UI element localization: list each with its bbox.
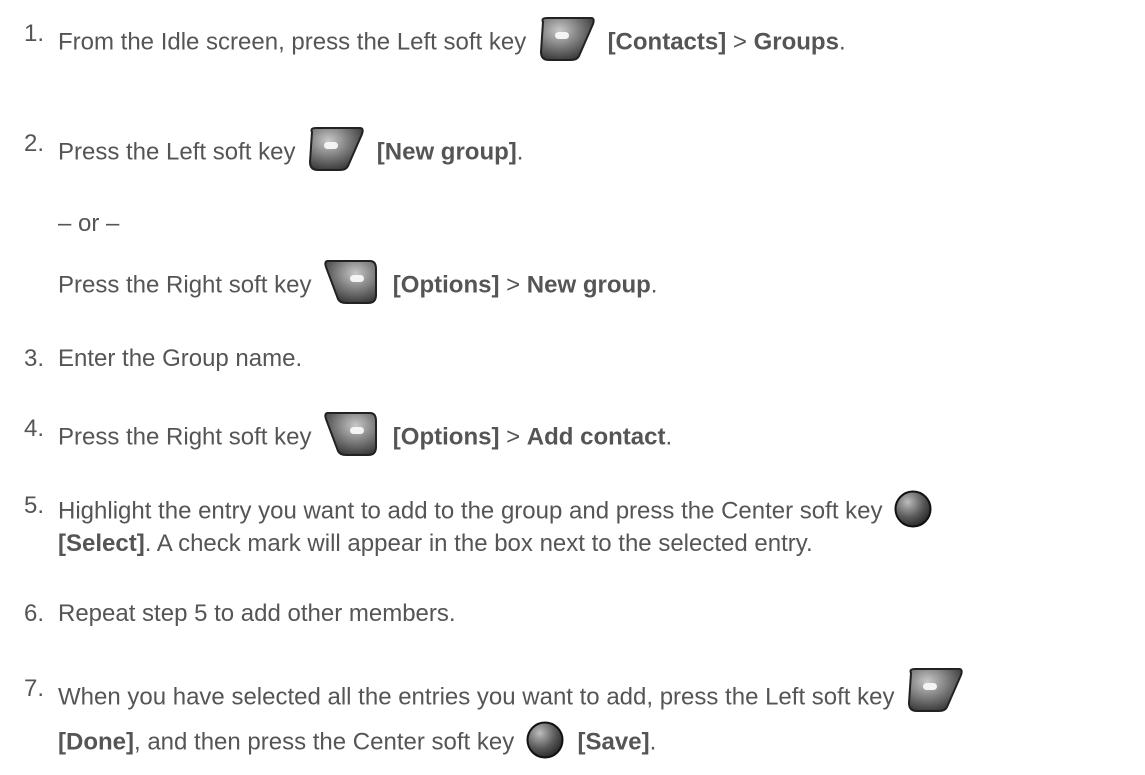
left-soft-key-icon	[306, 126, 364, 172]
step-number: 5.	[24, 492, 45, 519]
step-bold-label: Add contact	[526, 423, 666, 451]
right-soft-key-icon	[322, 259, 380, 305]
step-number: 7.	[24, 675, 45, 702]
step-text: Press the Right soft key	[58, 423, 312, 451]
step-bold-label: [Contacts]	[607, 28, 727, 56]
step-number: 3.	[24, 345, 45, 372]
step-text: . A check mark will appear in the box ne…	[144, 530, 813, 557]
step-number: 4.	[24, 415, 45, 442]
step-bold-label: [New group]	[376, 138, 517, 166]
step-bold-label: [Options]	[392, 271, 500, 299]
step-bold-label: [Save]	[577, 728, 650, 756]
step-bold-label: [Select]	[58, 530, 145, 557]
left-soft-key-icon	[537, 16, 595, 62]
step-number: 6.	[24, 600, 45, 627]
right-soft-key-icon	[322, 411, 380, 457]
step-bold-label: Groups	[753, 28, 839, 56]
step-text: When you have selected all the entries y…	[58, 683, 895, 711]
step-text: From the Idle screen, press the Left sof…	[58, 28, 527, 56]
step-bold-label: [Options]	[392, 423, 500, 451]
step-bold-label: New group	[526, 271, 651, 299]
step-number: 1.	[24, 20, 45, 47]
center-soft-key-icon	[525, 720, 565, 760]
left-soft-key-icon	[905, 667, 963, 713]
step-text: Repeat step 5 to add other members.	[58, 600, 456, 627]
step-bold-label: [Done]	[58, 728, 134, 756]
center-soft-key-icon	[893, 489, 933, 529]
step-text: Press the Right soft key	[58, 271, 312, 299]
step-text: Press the Left soft key	[58, 138, 296, 166]
step-text: , and then press the Center soft key	[133, 728, 515, 756]
step-text: Enter the Group name.	[58, 345, 303, 372]
step-number: 2.	[24, 130, 45, 157]
step-text: Highlight the entry you want to add to t…	[58, 497, 883, 525]
